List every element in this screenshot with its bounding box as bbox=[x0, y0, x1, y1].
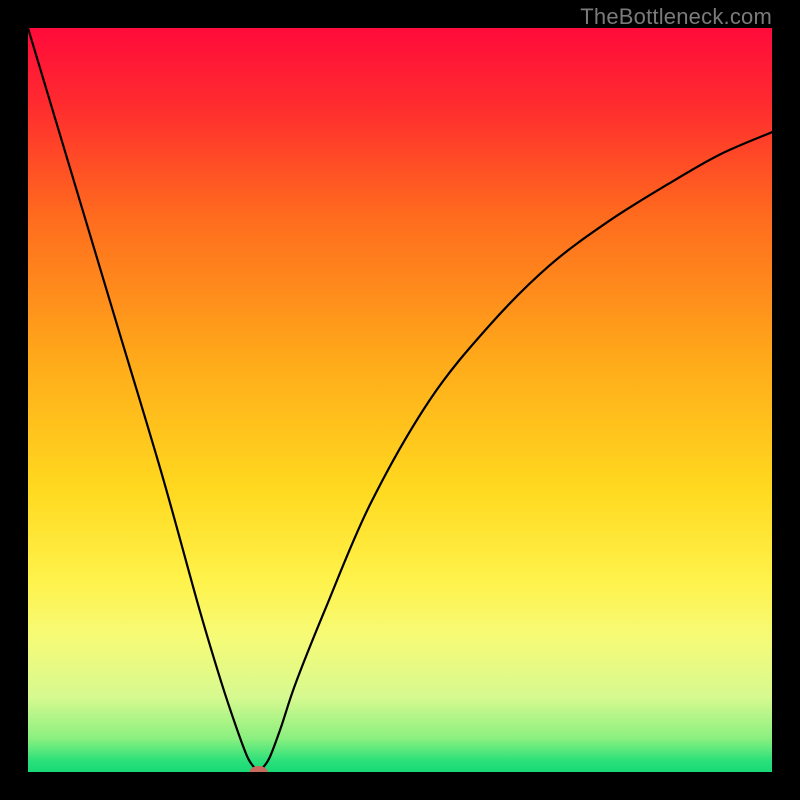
watermark-text: TheBottleneck.com bbox=[580, 4, 772, 30]
bottleneck-chart bbox=[28, 28, 772, 772]
chart-frame bbox=[28, 28, 772, 772]
